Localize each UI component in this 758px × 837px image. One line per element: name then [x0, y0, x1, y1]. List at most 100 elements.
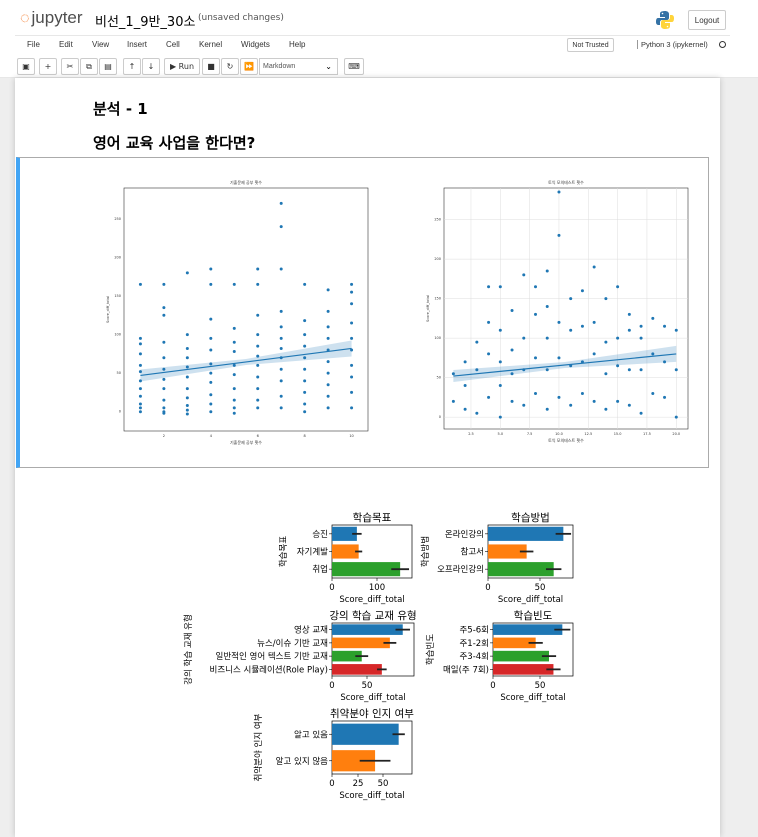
- notebook-name[interactable]: 비선_1_9반_30소: [95, 11, 195, 30]
- scatter-point: [604, 407, 608, 411]
- scatter-point: [209, 410, 213, 414]
- scatter-point: [279, 225, 283, 229]
- scatter-point: [138, 410, 142, 414]
- logout-button[interactable]: Logout: [688, 10, 726, 30]
- menu-kernel[interactable]: Kernel: [199, 40, 222, 49]
- scatter-point: [232, 398, 236, 402]
- scatter-point: [663, 324, 667, 328]
- scatter-point: [627, 328, 631, 332]
- trust-button[interactable]: Not Trusted: [567, 38, 614, 52]
- scatter-point: [463, 407, 467, 411]
- scatter-point: [256, 333, 260, 337]
- copy-icon: ⧉: [86, 62, 92, 71]
- notebook-header: ◌ jupyter 비선_1_9반_30소 (unsaved changes) L…: [0, 0, 758, 78]
- restart-run-all-button[interactable]: ⏩: [240, 58, 258, 75]
- copy-button[interactable]: ⧉: [80, 58, 98, 75]
- scatter-point: [185, 412, 189, 416]
- scatter-point: [138, 282, 142, 286]
- cut-icon: ✂: [66, 62, 74, 71]
- scatter-point: [232, 387, 236, 391]
- scatter-point: [279, 394, 283, 398]
- scatter-point: [256, 398, 260, 402]
- scatter-point: [162, 411, 166, 415]
- command-palette-button[interactable]: ⌨: [344, 58, 364, 75]
- scatter-point: [639, 336, 643, 340]
- scatter-point: [138, 387, 142, 391]
- scatter-point: [545, 269, 549, 273]
- scatter-point: [487, 285, 491, 289]
- scatter-point: [256, 363, 260, 367]
- scatter-point: [209, 317, 213, 321]
- scatter-point: [604, 297, 608, 301]
- x-tick-label: 4: [210, 434, 213, 438]
- scatter-point: [463, 384, 467, 388]
- scatter-point: [674, 328, 678, 332]
- scatter-point: [639, 324, 643, 328]
- scatter-point: [209, 336, 213, 340]
- scatter-point: [185, 396, 189, 400]
- x-tick-label: 10: [349, 434, 353, 438]
- insert-cell-button[interactable]: +: [39, 58, 57, 75]
- kernel-status-icon: [719, 41, 726, 48]
- menu-edit[interactable]: Edit: [59, 40, 73, 49]
- scatter-point: [138, 394, 142, 398]
- menu-file[interactable]: File: [27, 40, 40, 49]
- menu-insert[interactable]: Insert: [127, 40, 147, 49]
- scatter-point: [138, 342, 142, 346]
- scatter-point: [185, 271, 189, 275]
- paste-icon: ▤: [104, 62, 112, 71]
- menu-widgets[interactable]: Widgets: [241, 40, 270, 49]
- menu-view[interactable]: View: [92, 40, 109, 49]
- scatter-point: [303, 410, 307, 414]
- y-tick-label: 50: [117, 371, 121, 375]
- scatter-point: [498, 415, 502, 419]
- scatter-point: [162, 377, 166, 381]
- scatter-plots: 기출문제 공부 횟수기출문제 공부 횟수Score_diff_total2 4 6 8…: [106, 179, 689, 445]
- restart-button[interactable]: ↻: [221, 58, 239, 75]
- jupyter-logo[interactable]: ◌ jupyter: [20, 8, 83, 28]
- restart-icon: ↻: [226, 62, 234, 71]
- x-tick-label: 7.5: [527, 432, 533, 436]
- y-tick-label: 0: [439, 415, 441, 419]
- menu-help[interactable]: Help: [289, 40, 305, 49]
- move-up-button[interactable]: ↑: [123, 58, 141, 75]
- menu-cell[interactable]: Cell: [166, 40, 180, 49]
- scatter-point: [522, 403, 526, 407]
- scatter-point: [451, 399, 455, 403]
- paste-button[interactable]: ▤: [99, 58, 117, 75]
- scatter-point: [487, 320, 491, 324]
- cell-type-select[interactable]: Markdown ⌄: [259, 58, 338, 75]
- x-tick-label: 17.5: [643, 432, 651, 436]
- save-button[interactable]: ▣: [17, 58, 35, 75]
- scatter-point: [651, 391, 655, 395]
- scatter-point: [498, 328, 502, 332]
- scatter-point: [592, 320, 596, 324]
- scatter-point: [209, 267, 213, 271]
- save-status: (unsaved changes): [198, 13, 284, 23]
- scatter-point: [138, 363, 142, 367]
- chevron-down-icon: ⌄: [325, 62, 332, 71]
- scatter-point: [209, 402, 213, 406]
- scatter-point: [256, 406, 260, 410]
- scatter-point: [326, 336, 330, 340]
- run-label: Run: [178, 62, 195, 71]
- x-axis-label: 기출문제 공부 횟수: [230, 439, 262, 445]
- cut-button[interactable]: ✂: [61, 58, 79, 75]
- scatter-point: [326, 406, 330, 410]
- run-button[interactable]: ▶ Run: [164, 58, 200, 75]
- scatter-point: [232, 411, 236, 415]
- move-down-button[interactable]: ↓: [142, 58, 160, 75]
- kernel-name: Python 3 (ipykernel): [637, 40, 708, 49]
- scatter-point: [232, 326, 236, 330]
- interrupt-button[interactable]: ■: [202, 58, 220, 75]
- scatter-point: [326, 371, 330, 375]
- scatter-point: [185, 375, 189, 379]
- scatter-point: [534, 312, 537, 316]
- scatter-point: [279, 379, 283, 383]
- scatter-point: [510, 308, 514, 312]
- scatter-point: [232, 340, 236, 344]
- stop-icon: ■: [207, 62, 215, 71]
- output-cell-scatter[interactable]: 기출문제 공부 횟수 기출문제 공부 횟수 Score_diff_total 2 4 6 8…: [16, 157, 709, 468]
- scatter-point: [279, 336, 283, 340]
- scatter-point: [326, 383, 330, 387]
